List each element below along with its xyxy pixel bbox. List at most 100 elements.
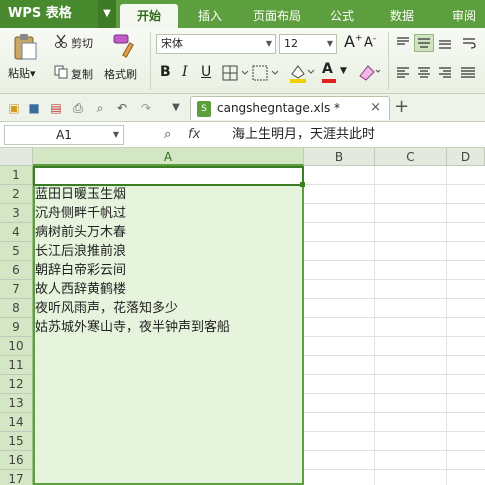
format-painter-icon[interactable]: [110, 32, 136, 60]
column-header-d[interactable]: D: [447, 148, 485, 166]
italic-button[interactable]: I: [182, 64, 188, 80]
cell-c[interactable]: [375, 261, 447, 280]
cell-d[interactable]: [447, 394, 485, 413]
fill-handle[interactable]: [300, 182, 305, 187]
name-box[interactable]: A1 ▼: [4, 125, 124, 145]
row-header[interactable]: 6: [0, 261, 33, 280]
decrease-font-button[interactable]: A-: [364, 34, 376, 50]
cell-c[interactable]: [375, 185, 447, 204]
cell-a[interactable]: [33, 394, 304, 413]
cell-d[interactable]: [447, 223, 485, 242]
cell-b[interactable]: [304, 432, 375, 451]
cell-c[interactable]: [375, 166, 447, 185]
cell-a[interactable]: [33, 413, 304, 432]
align-middle-icon[interactable]: [414, 34, 434, 52]
bold-button[interactable]: B: [160, 64, 171, 80]
align-center-icon[interactable]: [417, 66, 431, 80]
cell-b[interactable]: [304, 299, 375, 318]
row-header[interactable]: 16: [0, 451, 33, 470]
wrap-text-icon[interactable]: [462, 36, 476, 50]
cell-b[interactable]: [304, 318, 375, 337]
cell-b[interactable]: [304, 204, 375, 223]
cut-button[interactable]: 剪切: [71, 35, 93, 51]
cell-d[interactable]: [447, 166, 485, 185]
cell-a[interactable]: 海上生明月，天涯共此时: [33, 166, 304, 185]
paste-button[interactable]: 粘贴▾: [8, 65, 36, 81]
row-header[interactable]: 9: [0, 318, 33, 337]
row-header[interactable]: 15: [0, 432, 33, 451]
cell-b[interactable]: [304, 185, 375, 204]
row-header[interactable]: 7: [0, 280, 33, 299]
row-header[interactable]: 17: [0, 470, 33, 485]
app-menu-button[interactable]: WPS 表格: [0, 0, 98, 28]
cell-c[interactable]: [375, 223, 447, 242]
font-color-dropdown-icon[interactable]: ▼: [340, 66, 347, 76]
row-header[interactable]: 3: [0, 204, 33, 223]
cell-a[interactable]: 长江后浪推前浪: [33, 242, 304, 261]
print-icon[interactable]: ⎙: [70, 100, 86, 116]
cell-a[interactable]: 故人西辞黄鹤楼: [33, 280, 304, 299]
print-preview-icon[interactable]: ⌕: [92, 100, 108, 116]
cell-c[interactable]: [375, 413, 447, 432]
row-header[interactable]: 12: [0, 375, 33, 394]
cell-c[interactable]: [375, 470, 447, 485]
close-tab-icon[interactable]: ×: [370, 97, 381, 119]
row-header[interactable]: 11: [0, 356, 33, 375]
cell-c[interactable]: [375, 356, 447, 375]
cell-b[interactable]: [304, 451, 375, 470]
cell-a[interactable]: [33, 375, 304, 394]
cell-d[interactable]: [447, 204, 485, 223]
row-header[interactable]: 10: [0, 337, 33, 356]
cell-c[interactable]: [375, 432, 447, 451]
row-header[interactable]: 5: [0, 242, 33, 261]
column-header-b[interactable]: B: [304, 148, 375, 166]
tab-formulas[interactable]: 公式: [318, 4, 366, 28]
cell-d[interactable]: [447, 451, 485, 470]
export-pdf-icon[interactable]: ▤: [48, 100, 64, 116]
row-header[interactable]: 2: [0, 185, 33, 204]
row-header[interactable]: 8: [0, 299, 33, 318]
cell-c[interactable]: [375, 280, 447, 299]
document-tab[interactable]: S cangshegntage.xls * ×: [190, 96, 390, 120]
cell-border-style-icon[interactable]: [252, 64, 280, 82]
cell-b[interactable]: [304, 337, 375, 356]
cell-b[interactable]: [304, 413, 375, 432]
select-all-corner[interactable]: [0, 148, 33, 166]
spreadsheet-grid[interactable]: A B C D 1 海上生明月，天涯共此时 2 蓝田日暖玉生烟 3 沉舟侧畔千帆过 4 病树前…: [0, 148, 485, 485]
cell-d[interactable]: [447, 261, 485, 280]
cell-c[interactable]: [375, 394, 447, 413]
tab-data[interactable]: 数据: [378, 4, 426, 28]
cell-d[interactable]: [447, 413, 485, 432]
copy-button[interactable]: 复制: [71, 66, 93, 82]
align-bottom-icon[interactable]: [438, 36, 452, 50]
column-header-a[interactable]: A: [33, 148, 304, 166]
cell-a[interactable]: 朝辞白帝彩云间: [33, 261, 304, 280]
cell-b[interactable]: [304, 470, 375, 485]
cell-b[interactable]: [304, 394, 375, 413]
tab-home[interactable]: 开始: [120, 4, 178, 28]
cell-a[interactable]: [33, 470, 304, 485]
cell-d[interactable]: [447, 432, 485, 451]
undo-icon[interactable]: ↶: [114, 100, 130, 116]
tab-review[interactable]: 审阅: [440, 4, 485, 28]
cell-d[interactable]: [447, 470, 485, 485]
format-painter-button[interactable]: 格式刷: [104, 66, 137, 82]
cell-c[interactable]: [375, 451, 447, 470]
cell-b[interactable]: [304, 166, 375, 185]
justify-icon[interactable]: [460, 66, 476, 80]
cell-a[interactable]: [33, 337, 304, 356]
align-left-icon[interactable]: [396, 66, 410, 80]
align-right-icon[interactable]: [438, 66, 452, 80]
open-folder-icon[interactable]: ▣: [6, 100, 22, 116]
row-header[interactable]: 14: [0, 413, 33, 432]
cell-c[interactable]: [375, 204, 447, 223]
insert-function-icon[interactable]: fx: [188, 125, 200, 145]
cell-d[interactable]: [447, 185, 485, 204]
row-header[interactable]: 4: [0, 223, 33, 242]
cell-d[interactable]: [447, 280, 485, 299]
cell-d[interactable]: [447, 375, 485, 394]
underline-button[interactable]: U: [201, 64, 211, 80]
cell-a[interactable]: 夜听风雨声，花落知多少: [33, 299, 304, 318]
clear-format-icon[interactable]: [356, 62, 382, 84]
column-header-c[interactable]: C: [375, 148, 447, 166]
